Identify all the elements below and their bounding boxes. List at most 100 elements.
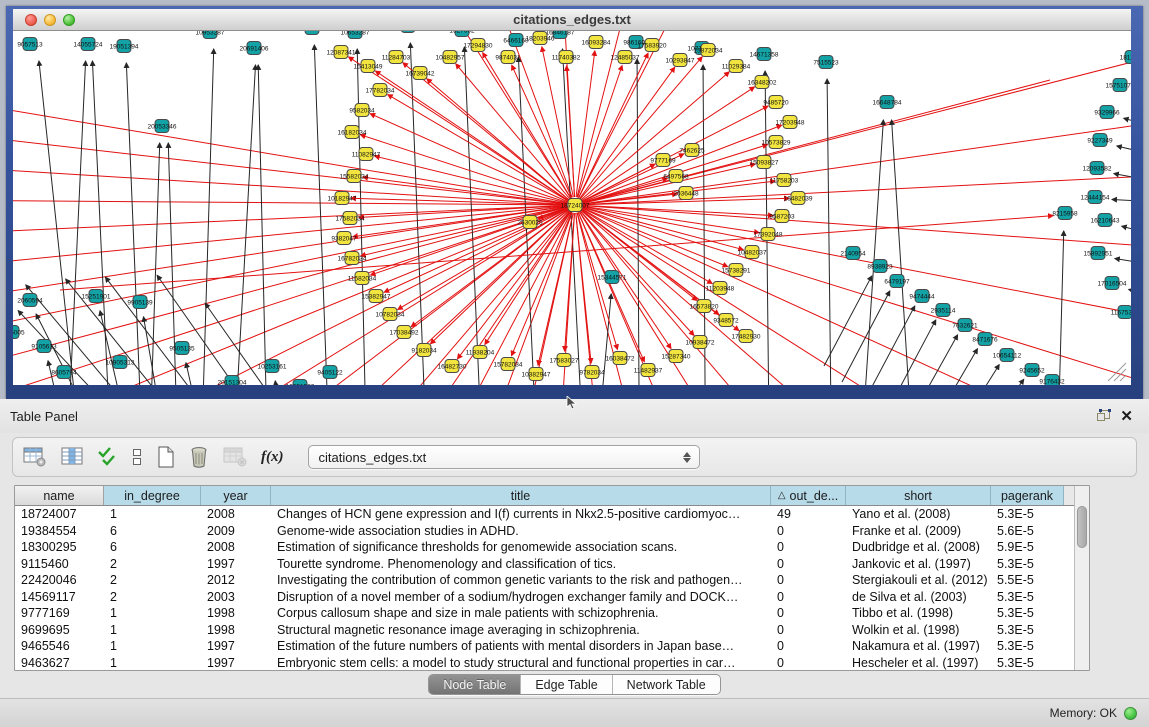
- graph-node[interactable]: 17782034: [366, 84, 395, 97]
- graph-node[interactable]: 9176432: [1039, 375, 1065, 386]
- new-table-icon[interactable]: [157, 446, 175, 468]
- graph-node[interactable]: 11082947: [352, 148, 381, 161]
- table-selector-dropdown[interactable]: citations_edges.txt: [308, 445, 700, 469]
- graph-node[interactable]: 16210643: [1091, 214, 1120, 227]
- graph-node[interactable]: 8471676: [972, 333, 998, 346]
- scrollbar-thumb[interactable]: [1077, 506, 1087, 548]
- graph-node[interactable]: 17583027: [550, 354, 579, 367]
- graph-node[interactable]: 10293847: [666, 54, 695, 67]
- column-header-in_degree[interactable]: in_degree: [104, 486, 201, 505]
- graph-node[interactable]: 10782034: [376, 308, 405, 321]
- graph-node[interactable]: 16038472: [606, 352, 635, 365]
- graph-node[interactable]: 11740382: [552, 51, 581, 64]
- graph-node[interactable]: 9405122: [317, 366, 343, 379]
- graph-node[interactable]: 11938204: [466, 346, 495, 359]
- graph-node[interactable]: 7515523: [813, 56, 839, 69]
- graph-node[interactable]: 10253161: [258, 360, 287, 373]
- float-panel-icon[interactable]: [1092, 407, 1116, 425]
- graph-node[interactable]: 14671358: [750, 48, 779, 61]
- function-builder-icon[interactable]: f(x): [261, 449, 284, 466]
- graph-node[interactable]: 20151304: [218, 376, 247, 386]
- graph-node[interactable]: 9382047: [331, 232, 357, 245]
- graph-node[interactable]: 15275051: [298, 31, 327, 35]
- graph-node[interactable]: 17016504: [1098, 277, 1127, 290]
- graph-node[interactable]: 11758203: [770, 174, 799, 187]
- graph-node[interactable]: 9057513: [17, 38, 43, 51]
- graph-node[interactable]: 20691406: [240, 42, 269, 55]
- graph-node[interactable]: 17582034: [336, 212, 365, 225]
- graph-node[interactable]: 9227349: [1087, 134, 1113, 147]
- graph-node[interactable]: 16648784: [873, 96, 902, 109]
- graph-node[interactable]: 9782034: [579, 366, 605, 379]
- graph-node[interactable]: 8938923: [867, 260, 893, 273]
- delete-table-icon[interactable]: [189, 446, 209, 468]
- graph-node[interactable]: 17482930: [732, 330, 761, 343]
- graph-node[interactable]: 11832904: [394, 31, 423, 33]
- column-header-short[interactable]: short: [846, 486, 991, 505]
- graph-node[interactable]: 10938472: [686, 336, 715, 349]
- table-vertical-scrollbar[interactable]: [1074, 486, 1089, 670]
- graph-node[interactable]: 17294830: [464, 39, 493, 52]
- tab-node-table[interactable]: Node Table: [429, 675, 520, 694]
- table-row[interactable]: 1872400712008Changes of HCN gene express…: [15, 506, 1074, 523]
- select-all-icon[interactable]: [97, 447, 117, 467]
- table-row[interactable]: 2242004622012Investigating the contribut…: [15, 572, 1074, 589]
- graph-node[interactable]: 15782034: [494, 358, 523, 371]
- graph-node[interactable]: 7632621: [952, 319, 978, 332]
- graph-node[interactable]: 2935114: [931, 304, 956, 317]
- graph-node[interactable]: 9505135: [169, 342, 195, 355]
- graph-node[interactable]: 20053346: [148, 120, 177, 133]
- table-row[interactable]: 1830029562008Estimation of significance …: [15, 539, 1074, 556]
- graph-node[interactable]: 9905139: [127, 296, 153, 309]
- graph-node[interactable]: 15251901: [82, 290, 111, 303]
- graph-node[interactable]: 19051394: [110, 40, 139, 53]
- graph-node[interactable]: 15892951: [1084, 247, 1113, 260]
- column-header-year[interactable]: year: [201, 486, 271, 505]
- graph-node[interactable]: 17203948: [776, 116, 805, 129]
- graph-node[interactable]: 17392048: [754, 228, 783, 241]
- graph-node[interactable]: 12485037: [611, 51, 640, 64]
- graph-node[interactable]: 11029384: [722, 60, 751, 73]
- graph-node[interactable]: 10953287: [196, 31, 225, 39]
- graph-node[interactable]: 10653287: [341, 31, 370, 39]
- canvas-resize-grip[interactable]: [1108, 363, 1126, 381]
- close-panel-icon[interactable]: ✕: [1116, 407, 1137, 426]
- graph-node[interactable]: 8215958: [1052, 207, 1078, 220]
- graph-node[interactable]: 8605794: [51, 366, 77, 379]
- table-row[interactable]: 969969511998Structural magnetic resonanc…: [15, 622, 1074, 639]
- graph-node[interactable]: 11582034: [348, 272, 377, 285]
- graph-node[interactable]: 2060594: [17, 294, 43, 307]
- graph-node[interactable]: 10382947: [522, 368, 551, 381]
- graph-node[interactable]: 16573820: [690, 300, 719, 313]
- graph-node[interactable]: 16182034: [338, 126, 367, 139]
- column-header-title[interactable]: title: [271, 486, 771, 505]
- graph-node[interactable]: 11482937: [634, 364, 663, 377]
- graph-node[interactable]: 16093284: [582, 36, 611, 49]
- graph-node[interactable]: 6479197: [884, 275, 910, 288]
- graph-node[interactable]: 2526005: [13, 326, 25, 339]
- column-header-out_de[interactable]: △out_de...: [771, 486, 846, 505]
- graph-node[interactable]: 9348572: [713, 314, 739, 327]
- graph-node[interactable]: 16348202: [748, 76, 777, 89]
- table-row[interactable]: 1938455462009Genome-wide association stu…: [15, 523, 1074, 540]
- graph-node[interactable]: 17038492: [390, 326, 419, 339]
- graph-node[interactable]: 9245652: [1019, 364, 1045, 377]
- table-row[interactable]: 1456911722003Disruption of a novel membe…: [15, 589, 1074, 606]
- graph-node[interactable]: 9874031: [495, 51, 521, 64]
- column-visibility-icon[interactable]: [61, 447, 83, 467]
- table-row[interactable]: 946362711997Embryonic stem cells: a mode…: [15, 655, 1074, 671]
- graph-node[interactable]: 9105613: [31, 340, 57, 353]
- column-header-pagerank[interactable]: pagerank: [991, 486, 1064, 505]
- graph-node[interactable]: 14055724: [74, 38, 103, 51]
- graph-node[interactable]: 15287340: [662, 350, 691, 363]
- graph-node[interactable]: 1527602: [449, 31, 475, 37]
- graph-node[interactable]: 10482957: [436, 51, 465, 64]
- graph-node[interactable]: 1811304: [1120, 51, 1131, 64]
- citation-graph[interactable]: 9057513 14055724 19051394 10953287 20691406 1…: [13, 31, 1131, 385]
- graph-node[interactable]: 10654112: [993, 349, 1022, 362]
- column-header-name[interactable]: name: [15, 486, 104, 505]
- graph-node[interactable]: 12093582: [1083, 162, 1112, 175]
- graph-node[interactable]: 11284703: [382, 51, 411, 64]
- graph-node[interactable]: 11203948: [706, 282, 735, 295]
- graph-node[interactable]: 11675342: [1111, 306, 1131, 319]
